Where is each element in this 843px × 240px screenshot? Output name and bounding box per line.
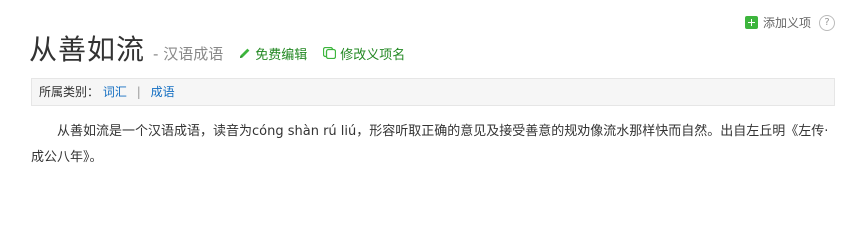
help-icon[interactable]: ? bbox=[819, 14, 835, 31]
category-bar: 所属类别： 词汇 | 成语 bbox=[31, 78, 835, 106]
add-sense-area: 添加义项 ? bbox=[744, 14, 835, 31]
plus-icon[interactable] bbox=[744, 16, 758, 29]
edit-button-label: 免费编辑 bbox=[255, 47, 308, 63]
summary-paragraph: 从善如流是一个汉语成语，读音为cóng shàn rú liú，形容听取正确的意… bbox=[31, 124, 829, 165]
rename-button[interactable]: 修改义项名 bbox=[323, 44, 405, 63]
rename-button-label: 修改义项名 bbox=[340, 47, 406, 63]
category-link-idioms[interactable]: 成语 bbox=[151, 85, 175, 99]
page-title: 从善如流 bbox=[29, 33, 146, 66]
page-subtitle: - 汉语成语 bbox=[153, 45, 224, 63]
rename-icon bbox=[323, 47, 337, 59]
category-label: 所属类别： bbox=[39, 85, 100, 99]
category-link-words[interactable]: 词汇 bbox=[103, 85, 127, 99]
edit-button[interactable]: 免费编辑 bbox=[239, 44, 307, 63]
title-row: 从善如流 - 汉语成语 免费编辑 修改义项名 bbox=[29, 28, 405, 68]
add-sense-link[interactable]: 添加义项 bbox=[763, 14, 811, 31]
category-separator: | bbox=[136, 85, 141, 99]
pencil-icon bbox=[240, 48, 250, 58]
